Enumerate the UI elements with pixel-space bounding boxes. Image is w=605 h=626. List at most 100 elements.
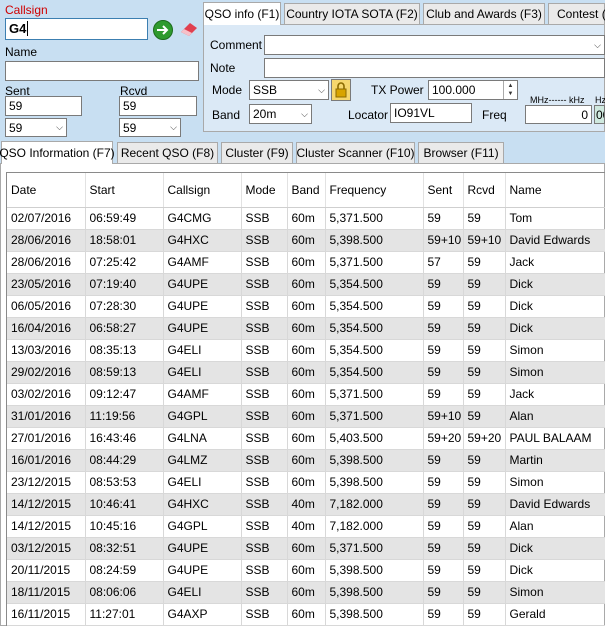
freq-hz-input[interactable]: 00 xyxy=(594,105,605,124)
cell-sent: 59 xyxy=(423,515,464,538)
cell-callsign: G4ELI xyxy=(163,361,242,384)
tab-country-iota-sota[interactable]: Country IOTA SOTA (F2) xyxy=(284,3,420,24)
comment-label: Comment xyxy=(210,38,263,52)
cell-callsign: G4AMF xyxy=(163,251,242,274)
mode-select[interactable]: SSB ⌵ xyxy=(249,80,329,100)
rcvd-select[interactable]: 59 ⌵ xyxy=(119,118,181,137)
cell-band: 60m xyxy=(287,383,326,406)
cell-rcvd: 59 xyxy=(463,471,506,494)
cell-date: 27/01/2016 xyxy=(7,427,86,450)
cell-frequency: 5,398.500 xyxy=(325,471,424,494)
table-row[interactable]: 03/02/2016 09:12:47 G4AMF SSB 60m 5,371.500 59… xyxy=(7,383,605,406)
cell-frequency: 5,398.500 xyxy=(325,229,424,252)
cell-mode: SSB xyxy=(241,229,288,252)
table-row[interactable]: 31/01/2016 11:19:56 G4GPL SSB 60m 5,371.500 59… xyxy=(7,405,605,428)
table-row[interactable]: 16/04/2016 06:58:27 G4UPE SSB 60m 5,354.500 59… xyxy=(7,317,605,340)
cell-band: 40m xyxy=(287,515,326,538)
sent-input[interactable]: 59 xyxy=(5,96,82,116)
column-header-start[interactable]: Start xyxy=(85,173,164,208)
table-row[interactable]: 23/12/2015 08:53:53 G4ELI SSB 60m 5,398.500 59… xyxy=(7,471,605,494)
chevron-down-icon: ⌵ xyxy=(318,84,325,95)
column-header-callsign[interactable]: Callsign xyxy=(163,173,242,208)
cell-sent: 59 xyxy=(423,295,464,318)
tab-club-and-awards[interactable]: Club and Awards (F3) xyxy=(423,3,545,24)
tx-power-label: TX Power xyxy=(371,83,424,97)
tab-cluster[interactable]: Cluster (F9) xyxy=(221,142,293,163)
cell-start: 16:43:46 xyxy=(85,427,164,450)
comment-input[interactable]: ⌵ xyxy=(264,35,605,55)
rcvd-input[interactable]: 59 xyxy=(119,96,197,116)
cell-name: PAUL BALAAM xyxy=(505,427,605,450)
cell-name: Dick xyxy=(505,537,605,560)
cell-name: Dick xyxy=(505,559,605,582)
eraser-icon[interactable] xyxy=(178,20,200,38)
table-row[interactable]: 28/06/2016 18:58:01 G4HXC SSB 60m 5,398.500 59… xyxy=(7,229,605,252)
mode-label: Mode xyxy=(212,83,243,97)
tab-qso-info[interactable]: QSO info (F1) xyxy=(203,2,281,25)
cell-date: 28/06/2016 xyxy=(7,229,86,252)
cell-start: 10:45:16 xyxy=(85,515,164,538)
cell-frequency: 5,403.500 xyxy=(325,427,424,450)
table-row[interactable]: 14/12/2015 10:46:41 G4HXC SSB 40m 7,182.000 59… xyxy=(7,493,605,516)
table-row[interactable]: 28/06/2016 07:25:42 G4AMF SSB 60m 5,371.500 57… xyxy=(7,251,605,274)
table-row[interactable]: 16/01/2016 08:44:29 G4LMZ SSB 60m 5,398.500 59… xyxy=(7,449,605,472)
column-header-date[interactable]: Date xyxy=(7,173,86,208)
table-row[interactable]: 20/11/2015 08:24:59 G4UPE SSB 60m 5,398.500 59… xyxy=(7,559,605,582)
cell-start: 08:24:59 xyxy=(85,559,164,582)
cell-mode: SSB xyxy=(241,515,288,538)
cell-frequency: 5,398.500 xyxy=(325,581,424,604)
table-row[interactable]: 16/11/2015 11:27:01 G4AXP SSB 60m 5,398.500 59… xyxy=(7,603,605,626)
table-row[interactable]: 13/03/2016 08:35:13 G4ELI SSB 60m 5,354.500 59… xyxy=(7,339,605,362)
cell-callsign: G4HXC xyxy=(163,493,242,516)
cell-mode: SSB xyxy=(241,383,288,406)
cell-sent: 59 xyxy=(423,581,464,604)
table-row[interactable]: 06/05/2016 07:28:30 G4UPE SSB 60m 5,354.500 59… xyxy=(7,295,605,318)
table-row[interactable]: 23/05/2016 07:19:40 G4UPE SSB 60m 5,354.500 59… xyxy=(7,273,605,296)
sent-select[interactable]: 59 ⌵ xyxy=(5,118,67,137)
tab-browser[interactable]: Browser (F11) xyxy=(418,142,504,163)
cell-date: 28/06/2016 xyxy=(7,251,86,274)
table-row[interactable]: 14/12/2015 10:45:16 G4GPL SSB 40m 7,182.000 59… xyxy=(7,515,605,538)
cell-sent: 59 xyxy=(423,493,464,516)
note-input[interactable] xyxy=(264,58,605,78)
cell-date: 14/12/2015 xyxy=(7,493,86,516)
cell-date: 18/11/2015 xyxy=(7,581,86,604)
column-header-name[interactable]: Name xyxy=(505,173,605,208)
table-row[interactable]: 29/02/2016 08:59:13 G4ELI SSB 60m 5,354.500 59… xyxy=(7,361,605,384)
column-header-sent[interactable]: Sent xyxy=(423,173,464,208)
cell-frequency: 5,371.500 xyxy=(325,537,424,560)
tab-qso-information[interactable]: QSO Information (F7) xyxy=(0,141,115,164)
table-row[interactable]: 27/01/2016 16:43:46 G4LNA SSB 60m 5,403.500 59… xyxy=(7,427,605,450)
tab-cluster-scanner[interactable]: Cluster Scanner (F10) xyxy=(296,142,415,163)
tab-recent-qso[interactable]: Recent QSO (F8) xyxy=(117,142,218,163)
callsign-label: Callsign xyxy=(5,3,48,17)
table-row[interactable]: 18/11/2015 08:06:06 G4ELI SSB 60m 5,398.500 59… xyxy=(7,581,605,604)
lookup-icon[interactable] xyxy=(153,20,173,40)
cell-callsign: G4LMZ xyxy=(163,449,242,472)
column-header-mode[interactable]: Mode xyxy=(241,173,288,208)
name-input[interactable] xyxy=(5,61,199,81)
locator-input[interactable]: IO91VL xyxy=(390,103,472,123)
table-row[interactable]: 02/07/2016 06:59:49 G4CMG SSB 60m 5,371.500 59… xyxy=(7,207,605,230)
cell-name: Simon xyxy=(505,581,605,604)
column-header-band[interactable]: Band xyxy=(287,173,326,208)
lock-icon[interactable] xyxy=(331,79,351,101)
callsign-input[interactable]: G4 xyxy=(5,18,148,40)
note-label: Note xyxy=(210,61,236,75)
freq-label: Freq xyxy=(482,108,507,122)
cell-mode: SSB xyxy=(241,559,288,582)
tab-contest[interactable]: Contest (F xyxy=(548,3,605,24)
band-select[interactable]: 20m ⌵ xyxy=(249,104,312,124)
cell-sent: 59 xyxy=(423,537,464,560)
cell-date: 06/05/2016 xyxy=(7,295,86,318)
freq-khz-input[interactable]: 0 xyxy=(525,105,592,124)
cell-sent: 59 xyxy=(423,471,464,494)
cell-date: 16/04/2016 xyxy=(7,317,86,340)
cell-mode: SSB xyxy=(241,493,288,516)
cell-rcvd: 59 xyxy=(463,559,506,582)
column-header-frequency[interactable]: Frequency xyxy=(325,173,424,208)
column-header-rcvd[interactable]: Rcvd xyxy=(463,173,506,208)
cell-name: Dick xyxy=(505,317,605,340)
cell-start: 08:59:13 xyxy=(85,361,164,384)
table-row[interactable]: 03/12/2015 08:32:51 G4UPE SSB 60m 5,371.500 59… xyxy=(7,537,605,560)
